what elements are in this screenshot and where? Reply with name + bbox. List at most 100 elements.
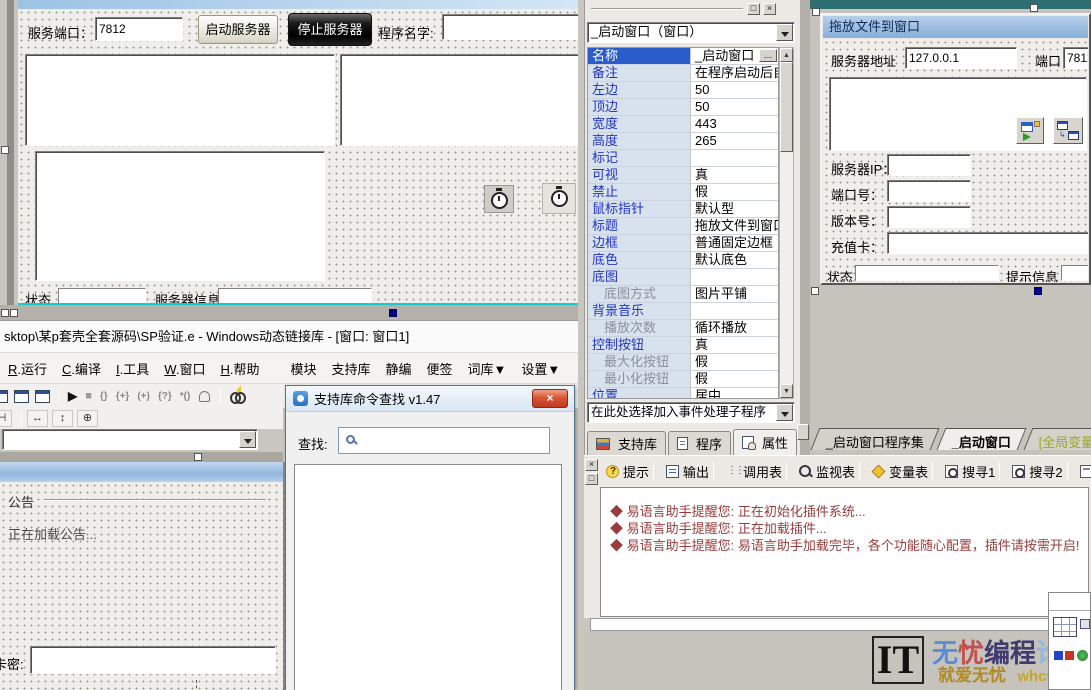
property-value[interactable]: 265… — [690, 133, 778, 149]
table-icon[interactable] — [1053, 617, 1077, 637]
client-component-icon[interactable] — [1016, 117, 1044, 144]
code-tab[interactable]: [全局变量表] — [1024, 428, 1091, 450]
dialog-close-button[interactable]: × — [532, 389, 568, 408]
collapsed-panel-strip[interactable] — [590, 618, 1091, 631]
network-component-icon[interactable]: ↳ — [1053, 117, 1083, 144]
selection-handle[interactable] — [389, 309, 397, 317]
main-titlebar[interactable]: sktop\某p套壳全套源码\SP验证.e - Windows动态链接库 - [… — [0, 320, 578, 352]
selection-handle[interactable] — [1034, 287, 1042, 295]
ellipsis-button[interactable]: … — [759, 49, 777, 62]
run-icon[interactable] — [68, 389, 77, 403]
window-layout-icon[interactable] — [0, 390, 8, 403]
run-to-cursor-icon[interactable] — [158, 391, 172, 402]
selection-handle[interactable] — [811, 287, 819, 295]
property-row[interactable]: 最小化按钮 假… — [588, 371, 778, 388]
property-row[interactable]: 底图方式 图片平铺… — [588, 286, 778, 303]
server-port-input[interactable] — [95, 17, 183, 41]
property-row[interactable]: 播放次数 循环播放… — [588, 320, 778, 337]
stop-server-button[interactable]: 停止服务器 — [288, 13, 372, 46]
window-cascade-icon[interactable] — [14, 390, 29, 403]
property-value[interactable]: 假… — [690, 184, 778, 200]
version-input[interactable] — [887, 206, 971, 228]
start-server-button[interactable]: 启动服务器 — [198, 15, 278, 44]
property-row[interactable]: 备注 在程序启动后自动… — [588, 65, 778, 82]
align-edge-icon[interactable]: ⊣ — [0, 410, 12, 427]
selection-handle[interactable] — [1, 309, 9, 317]
step-out-icon[interactable] — [137, 391, 150, 402]
port-number-input[interactable] — [887, 180, 971, 202]
output-tab[interactable]: 搜寻2 — [1008, 462, 1075, 481]
output-tab[interactable]: 调用表 — [722, 462, 795, 481]
menu-item[interactable]: 词库▼ — [468, 359, 507, 378]
search-result-list[interactable] — [294, 464, 562, 690]
panel-tab[interactable]: 支持库 — [587, 431, 666, 455]
menu-item[interactable]: C.编译 — [62, 359, 101, 378]
property-value[interactable]: 假… — [690, 354, 778, 370]
timer-component-2[interactable] — [542, 183, 576, 214]
find-command-icon[interactable] — [230, 390, 248, 402]
property-value[interactable]: … — [690, 269, 778, 285]
card-key-input[interactable] — [30, 646, 276, 674]
property-value[interactable]: 443… — [690, 116, 778, 132]
event-selector-combo[interactable]: 在此处选择加入事件处理子程序 — [587, 402, 795, 423]
port-input[interactable] — [1063, 47, 1088, 69]
program-name-input[interactable] — [442, 14, 578, 40]
property-value[interactable]: 在程序启动后自动… — [690, 65, 778, 81]
menu-item[interactable]: H.帮助 — [220, 359, 259, 378]
property-value[interactable]: 普通固定边框… — [690, 235, 778, 251]
breakpoint-icon[interactable] — [180, 391, 191, 402]
same-size-icon[interactable]: ⊕ — [77, 410, 98, 427]
same-width-icon[interactable]: ↔ — [27, 410, 48, 427]
menu-item[interactable]: R.运行 — [8, 359, 47, 378]
property-value[interactable]: 拖放文件到窗口… — [690, 218, 778, 234]
log-listbox[interactable] — [340, 54, 578, 146]
small-window-icon[interactable] — [1080, 619, 1090, 629]
left-scrollbar[interactable] — [7, 0, 14, 318]
menu-item[interactable]: 便签 — [427, 359, 453, 378]
login-form-titlebar[interactable] — [0, 462, 283, 482]
stop-icon[interactable] — [85, 390, 92, 402]
property-row[interactable]: 底图 … — [588, 269, 778, 286]
output-tab[interactable]: 剪 — [1076, 462, 1091, 481]
code-tab[interactable]: _启动窗口 — [937, 428, 1027, 450]
property-row[interactable]: 标记 … — [588, 150, 778, 167]
menu-item[interactable]: 模块 — [290, 359, 316, 378]
property-row[interactable]: 禁止 假… — [588, 184, 778, 201]
property-row[interactable]: 最大化按钮 假… — [588, 354, 778, 371]
dialog-titlebar[interactable]: 支持库命令查找 v1.47 × — [286, 386, 574, 412]
panel-tab[interactable]: 程序 — [668, 431, 731, 455]
output-tab[interactable]: 搜寻1 — [941, 462, 1008, 481]
menu-item[interactable]: 设置▼ — [521, 359, 560, 378]
step-over-icon[interactable] — [116, 391, 130, 402]
property-value[interactable]: 假… — [690, 371, 778, 387]
selection-handle[interactable] — [10, 309, 18, 317]
property-value[interactable]: _启动窗口… — [690, 48, 778, 64]
output-float-button[interactable]: □ — [585, 473, 598, 485]
selection-handle[interactable] — [1030, 4, 1038, 12]
panel-grip[interactable] — [591, 8, 743, 10]
property-row[interactable]: 左边 50… — [588, 82, 778, 99]
scrollbar-thumb[interactable] — [780, 62, 793, 152]
client-listbox[interactable] — [25, 54, 335, 146]
output-tab[interactable]: 输出 — [662, 462, 722, 481]
property-value[interactable]: 图片平铺… — [690, 286, 778, 302]
tab-corner-box[interactable] — [797, 424, 809, 440]
property-value[interactable]: 50… — [690, 82, 778, 98]
output-tab[interactable]: 变量表 — [868, 462, 941, 481]
panel-float-button[interactable]: □ — [747, 3, 760, 15]
property-row[interactable]: 底色 默认底色… — [588, 252, 778, 269]
property-row[interactable]: 顶边 50… — [588, 99, 778, 116]
file-drop-listbox[interactable] — [829, 77, 1087, 151]
property-value[interactable]: 真… — [690, 167, 778, 183]
property-value[interactable]: 默认底色… — [690, 252, 778, 268]
object-selector-combo[interactable]: _启动窗口（窗口） — [587, 22, 795, 43]
property-row[interactable]: 可视 真… — [588, 167, 778, 184]
output-tab[interactable]: 提示 — [602, 462, 662, 481]
property-grid-scrollbar[interactable]: ▲ ▼ — [779, 47, 794, 399]
same-height-icon[interactable]: ↕ — [52, 410, 73, 427]
timer-component-1[interactable] — [484, 185, 514, 213]
property-value[interactable]: 居中… — [690, 388, 778, 399]
property-row[interactable]: 标题 拖放文件到窗口… — [588, 218, 778, 235]
menu-item[interactable]: 静编 — [386, 359, 412, 378]
property-row[interactable]: 背景音乐 … — [588, 303, 778, 320]
